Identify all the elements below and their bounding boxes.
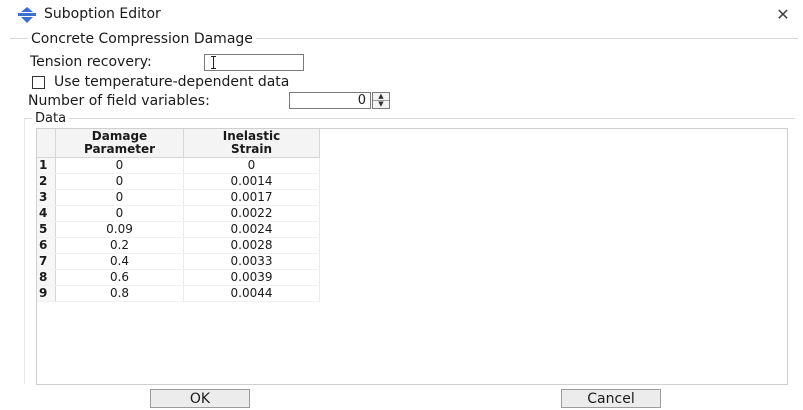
damage-parameter-cell[interactable]: 0 [55,205,184,222]
inelastic-strain-cell[interactable]: 0.0028 [183,237,320,254]
table-row: 8 0.6 0.0039 [37,269,320,286]
header-line: Strain [230,142,273,156]
inelastic-strain-cell[interactable]: 0.0033 [183,253,320,270]
tension-recovery-input[interactable] [204,54,304,71]
row-number: 4 [37,205,56,222]
row-number: 7 [37,253,56,270]
damage-parameter-cell[interactable]: 0 [55,173,184,190]
field-variables-input[interactable]: 0 [289,92,371,109]
table-row: 2 0 0.0014 [37,173,320,190]
damage-parameter-cell[interactable]: 0.6 [55,269,184,286]
data-group-title: Data [32,111,70,126]
temperature-dependent-label: Use temperature-dependent data [54,74,290,90]
inelastic-strain-cell[interactable]: 0.0024 [183,221,320,238]
inelastic-strain-cell[interactable]: 0.0022 [183,205,320,222]
header-line: Parameter [83,142,156,156]
row-number: 8 [37,269,56,286]
row-number: 1 [37,157,56,174]
close-icon[interactable]: ✕ [772,5,794,25]
text-cursor-icon [211,56,216,69]
group-title: Concrete Compression Damage [28,31,256,47]
damage-parameter-cell[interactable]: 0.8 [55,285,184,302]
window-title: Suboption Editor [44,6,161,22]
table-row: 3 0 0.0017 [37,189,320,206]
header-line: Damage [91,129,148,143]
damage-parameter-cell[interactable]: 0.2 [55,237,184,254]
inelastic-strain-cell[interactable]: 0.0039 [183,269,320,286]
header-line: Inelastic [222,129,281,143]
suboption-editor-icon [18,7,36,23]
suboption-editor-window: Suboption Editor ✕ Concrete Compression … [0,0,803,410]
title-bar: Suboption Editor ✕ [0,0,803,30]
inelastic-strain-header[interactable]: Inelastic Strain [183,129,320,158]
inelastic-strain-cell[interactable]: 0.0014 [183,173,320,190]
damage-parameter-cell[interactable]: 0.4 [55,253,184,270]
damage-parameter-cell[interactable]: 0.09 [55,221,184,238]
inelastic-strain-cell[interactable]: 0 [183,157,320,174]
data-table-area[interactable]: Damage Parameter Inelastic Strain 1 0 0 … [36,128,788,385]
inelastic-strain-cell[interactable]: 0.0017 [183,189,320,206]
field-variables-label: Number of field variables: [28,93,210,109]
table-row: 7 0.4 0.0033 [37,253,320,270]
damage-parameter-cell[interactable]: 0 [55,157,184,174]
table-row: 5 0.09 0.0024 [37,221,320,238]
data-table: Damage Parameter Inelastic Strain 1 0 0 … [37,129,320,302]
row-number: 5 [37,221,56,238]
ok-button[interactable]: OK [150,389,250,408]
table-row: 6 0.2 0.0028 [37,237,320,254]
damage-parameter-header[interactable]: Damage Parameter [55,129,184,158]
temperature-dependent-checkbox[interactable] [32,76,45,89]
field-variables-stepper[interactable]: ▲ ▼ [372,92,390,109]
inelastic-strain-cell[interactable]: 0.0044 [183,285,320,302]
damage-parameter-cell[interactable]: 0 [55,189,184,206]
spin-down-icon[interactable]: ▼ [373,101,389,108]
table-row: 1 0 0 [37,157,320,174]
tension-recovery-label: Tension recovery: [30,54,152,70]
cancel-button[interactable]: Cancel [561,389,661,408]
row-number: 2 [37,173,56,190]
table-header-row: Damage Parameter Inelastic Strain [37,129,320,158]
row-number: 9 [37,285,56,302]
table-row: 4 0 0.0022 [37,205,320,222]
table-row: 9 0.8 0.0044 [37,285,320,302]
row-number-header [37,129,56,158]
row-number: 6 [37,237,56,254]
row-number: 3 [37,189,56,206]
